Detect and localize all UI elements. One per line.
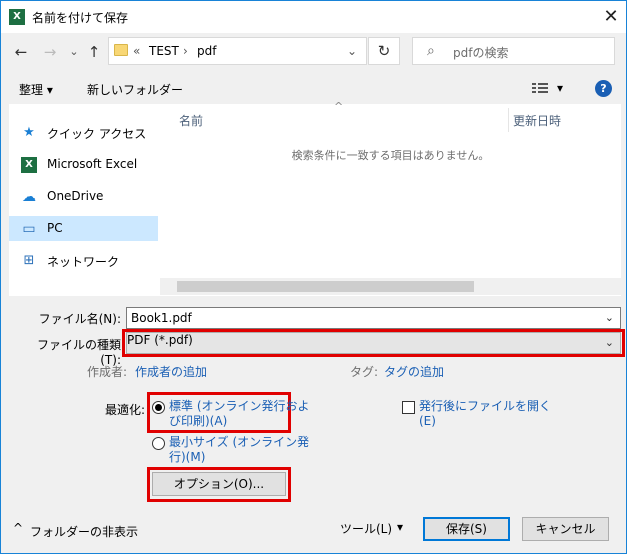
- view-options-icon[interactable]: [532, 82, 548, 95]
- open-after-publish-label[interactable]: 発行後にファイルを開く (E): [419, 399, 551, 429]
- open-after-publish-checkbox[interactable]: [402, 401, 415, 414]
- sidebar-item-label: Microsoft Excel: [47, 157, 138, 171]
- close-icon[interactable]: ✕: [599, 5, 623, 29]
- column-divider[interactable]: [508, 108, 509, 132]
- chevron-down-icon[interactable]: ⌄: [605, 311, 614, 324]
- sidebar-item-quick-access[interactable]: ★ クイック アクセス: [9, 120, 158, 145]
- computer-icon: ▭: [22, 221, 36, 237]
- scrollbar-thumb[interactable]: [177, 281, 474, 292]
- column-header-date[interactable]: 更新日時: [513, 112, 561, 129]
- standard-radio-label[interactable]: 標準 (オンライン発行およ び印刷)(A): [169, 399, 310, 429]
- refresh-button[interactable]: ↻: [368, 37, 400, 65]
- sidebar-item-label: OneDrive: [47, 189, 104, 203]
- folder-icon: [114, 44, 128, 56]
- network-icon: ⊞: [23, 253, 35, 268]
- sidebar-item-label: クイック アクセス: [47, 127, 147, 141]
- breadcrumb-separator-icon[interactable]: ›: [183, 44, 188, 58]
- horizontal-scrollbar[interactable]: [160, 278, 621, 295]
- add-author-link[interactable]: 作成者の追加: [135, 363, 207, 380]
- navigation-pane: ★ クイック アクセス X Microsoft Excel ☁ OneDrive…: [9, 104, 160, 296]
- save-button[interactable]: 保存(S): [423, 517, 510, 541]
- excel-icon: X: [9, 9, 25, 25]
- sidebar-item-label: ネットワーク: [47, 255, 120, 269]
- breadcrumb-test[interactable]: TEST: [149, 44, 179, 58]
- search-icon: ⌕: [427, 43, 435, 59]
- tools-menu[interactable]: ツール(L): [340, 520, 392, 537]
- optimize-label: 最適化:: [105, 403, 146, 417]
- search-input[interactable]: pdfの検索: [453, 44, 508, 61]
- add-tags-link[interactable]: タグの追加: [384, 363, 444, 380]
- filetype-value[interactable]: PDF (*.pdf): [127, 333, 193, 347]
- standard-radio[interactable]: [152, 401, 165, 414]
- forward-button[interactable]: →: [41, 43, 59, 61]
- column-header-name[interactable]: 名前: [179, 112, 203, 129]
- dialog-title: 名前を付けて保存: [32, 11, 129, 25]
- excel-icon: X: [21, 157, 37, 173]
- minimum-size-radio[interactable]: [152, 437, 165, 450]
- chevron-down-icon[interactable]: ⌄: [605, 336, 614, 349]
- filename-input[interactable]: Book1.pdf ⌄: [126, 307, 621, 329]
- options-button[interactable]: オプション(O)...: [152, 472, 286, 496]
- cloud-icon: ☁: [22, 189, 36, 205]
- sidebar-item-onedrive[interactable]: ☁ OneDrive: [9, 184, 158, 209]
- view-dropdown-icon[interactable]: ▾: [557, 81, 563, 95]
- save-as-dialog: X 名前を付けて保存 ✕ ← → ⌄ ↑ « TEST › pdf ⌄ ↻ ⌕ …: [0, 0, 627, 554]
- hide-folders-button[interactable]: フォルダーの非表示: [30, 523, 138, 540]
- chevron-up-icon[interactable]: ^: [13, 521, 23, 535]
- file-list: ^ 名前 更新日時 検索条件に一致する項目はありません。: [160, 100, 621, 296]
- tools-dropdown-icon[interactable]: ▾: [397, 520, 403, 534]
- breadcrumb-overflow[interactable]: «: [133, 44, 140, 58]
- filename-value[interactable]: Book1.pdf: [131, 311, 192, 325]
- filetype-select[interactable]: PDF (*.pdf) ⌄: [126, 332, 621, 354]
- author-label: 作成者:: [87, 365, 128, 379]
- breadcrumb-pdf[interactable]: pdf: [197, 44, 216, 58]
- title-bar: X 名前を付けて保存 ✕: [1, 1, 626, 33]
- filename-label: ファイル名(N):: [38, 312, 121, 326]
- up-button[interactable]: ↑: [85, 43, 103, 61]
- address-bar[interactable]: « TEST › pdf ⌄: [108, 37, 367, 65]
- empty-message: 検索条件に一致する項目はありません。: [291, 149, 490, 162]
- help-icon[interactable]: ?: [595, 80, 612, 97]
- tags-label: タグ:: [350, 365, 379, 379]
- organize-menu[interactable]: 整理 ▾: [19, 81, 53, 98]
- new-folder-button[interactable]: 新しいフォルダー: [87, 81, 183, 98]
- sidebar-item-label: PC: [47, 221, 63, 235]
- cancel-button[interactable]: キャンセル: [522, 517, 609, 541]
- minimum-size-radio-label[interactable]: 最小サイズ (オンライン発 行)(M): [169, 435, 309, 465]
- sidebar-item-microsoft-excel[interactable]: X Microsoft Excel: [9, 152, 158, 177]
- address-dropdown-icon[interactable]: ⌄: [347, 44, 357, 58]
- sort-arrow-icon: ^: [334, 100, 344, 113]
- star-icon: ★: [23, 125, 35, 140]
- sidebar-item-pc[interactable]: ▭ PC: [9, 216, 158, 241]
- sidebar-item-network[interactable]: ⊞ ネットワーク: [9, 248, 158, 273]
- back-button[interactable]: ←: [12, 43, 30, 61]
- search-box[interactable]: ⌕ pdfの検索: [412, 37, 615, 65]
- recent-locations-chevron-icon[interactable]: ⌄: [65, 43, 83, 61]
